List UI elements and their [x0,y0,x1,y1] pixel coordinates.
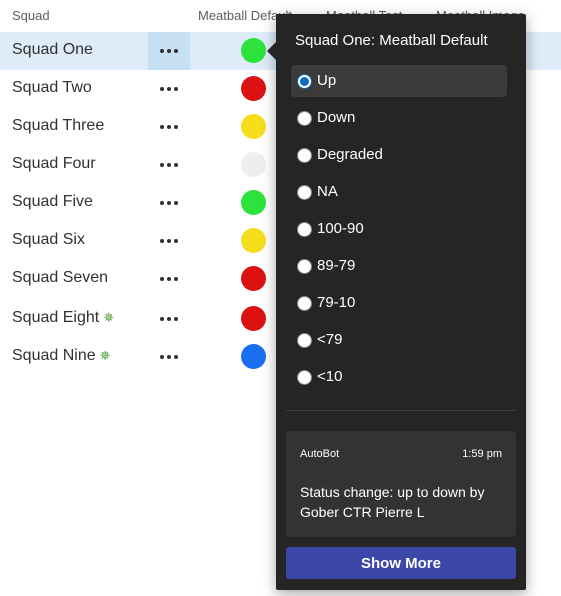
squad-name: Squad Eight ✵ [12,309,115,326]
status-meatball[interactable] [241,152,266,177]
squad-name: Squad Two [12,79,92,96]
option-label: 89-79 [317,257,356,274]
option-label: 100-90 [317,220,364,237]
radio-button[interactable] [297,74,312,89]
option-label: Down [317,109,356,126]
ellipsis-icon [160,239,178,243]
status-option-na[interactable]: NA [291,176,507,208]
ellipsis-icon [160,355,178,359]
status-option-lt-79[interactable]: <79 [291,324,507,356]
squad-name: Squad One [12,41,93,58]
more-options-button[interactable] [148,222,190,260]
more-options-button[interactable] [148,338,190,376]
more-options-button[interactable] [148,146,190,184]
activity-card: AutoBot 1:59 pm Status change: up to dow… [286,431,516,537]
status-option-up[interactable]: Up [291,65,507,97]
radio-button[interactable] [297,259,312,274]
popup-title: Squad One: Meatball Default [295,32,488,49]
more-options-button[interactable] [148,300,190,338]
ellipsis-icon [160,125,178,129]
status-option-89-79[interactable]: 89-79 [291,250,507,282]
status-popup: Squad One: Meatball Default Up Down Degr… [267,14,526,590]
divider [286,410,516,411]
radio-button[interactable] [297,296,312,311]
status-meatball[interactable] [241,228,266,253]
activity-timestamp: 1:59 pm [462,448,502,460]
option-label: Up [317,72,337,89]
ellipsis-icon [160,317,178,321]
status-option-degraded[interactable]: Degraded [291,139,507,171]
activity-message: Status change: up to down by Gober CTR P… [300,484,485,520]
more-options-button[interactable] [148,108,190,146]
status-option-100-90[interactable]: 100-90 [291,213,507,245]
ellipsis-icon [160,277,178,281]
ellipsis-icon [160,163,178,167]
more-options-button[interactable] [148,184,190,222]
radio-button[interactable] [297,111,312,126]
status-meatball[interactable] [241,344,266,369]
radio-button[interactable] [297,222,312,237]
option-label: <10 [317,368,343,385]
squad-name: Squad Seven [12,269,109,286]
status-option-lt-10[interactable]: <10 [291,361,507,393]
option-label: 79-10 [317,294,356,311]
ellipsis-icon [160,87,178,91]
more-options-button[interactable] [148,70,190,108]
activity-author: AutoBot [300,448,340,460]
squad-name: Squad Six [12,231,85,248]
status-meatball[interactable] [241,266,266,291]
squad-name: Squad Nine ✵ [12,347,111,364]
more-options-button[interactable] [148,260,190,298]
option-label: Degraded [317,146,383,163]
column-header-squad[interactable]: Squad [12,8,50,23]
squad-name: Squad Four [12,155,96,172]
more-options-button[interactable] [148,32,190,70]
status-option-down[interactable]: Down [291,102,507,134]
popup-pointer [267,42,276,60]
status-meatball[interactable] [241,76,266,101]
ellipsis-icon [160,201,178,205]
status-meatball[interactable] [241,114,266,139]
status-meatball[interactable] [241,306,266,331]
radio-button[interactable] [297,148,312,163]
radio-button[interactable] [297,333,312,348]
squad-name: Squad Five [12,193,93,210]
radio-button[interactable] [297,185,312,200]
squad-name: Squad Three [12,117,105,134]
option-label: NA [317,183,338,200]
show-more-button[interactable]: Show More [286,547,516,579]
ellipsis-icon [160,49,178,53]
status-meatball[interactable] [241,38,266,63]
radio-button[interactable] [297,370,312,385]
status-option-79-10[interactable]: 79-10 [291,287,507,319]
sparkle-icon: ✵ [103,310,115,325]
status-meatball[interactable] [241,190,266,215]
sparkle-icon: ✵ [99,348,111,363]
option-label: <79 [317,331,343,348]
